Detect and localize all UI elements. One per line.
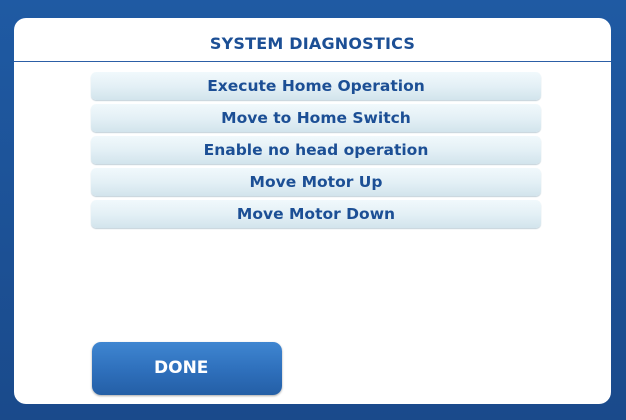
enable-no-head-operation-button[interactable]: Enable no head operation: [91, 136, 541, 164]
title-divider: [14, 61, 611, 62]
execute-home-operation-button[interactable]: Execute Home Operation: [91, 72, 541, 100]
move-motor-up-button[interactable]: Move Motor Up: [91, 168, 541, 196]
diagnostics-panel: SYSTEM DIAGNOSTICS Execute Home Operatio…: [14, 18, 611, 404]
move-motor-down-button[interactable]: Move Motor Down: [91, 200, 541, 228]
window-frame: SYSTEM DIAGNOSTICS Execute Home Operatio…: [0, 0, 626, 420]
move-to-home-switch-button[interactable]: Move to Home Switch: [91, 104, 541, 132]
diagnostics-menu: Execute Home Operation Move to Home Swit…: [91, 72, 541, 232]
done-button[interactable]: DONE: [92, 342, 282, 395]
page-title: SYSTEM DIAGNOSTICS: [209, 34, 416, 53]
